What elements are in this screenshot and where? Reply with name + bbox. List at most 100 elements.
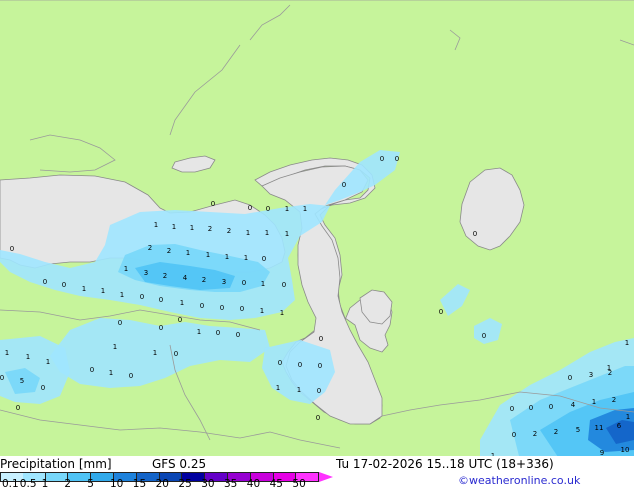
precip-value: 3 [144,269,148,277]
scale-label: 15 [132,478,147,490]
precip-value: 1 [46,358,50,366]
precip-value: 1 [225,253,229,261]
precip-value: 2 [167,247,171,255]
precip-value: 1 [26,353,30,361]
precip-value: 0 [174,350,178,358]
precip-value: 0 [240,305,244,313]
precip-value: 0 [0,374,4,382]
precip-value: 0 [380,155,384,163]
scale-label: 5 [87,478,94,490]
precip-value: 0 [529,404,533,412]
precip-value: 1 [109,369,113,377]
precip-value: 4 [571,401,576,409]
scale-arrow-icon [319,472,334,482]
scale-label: 20 [155,478,169,490]
precip-value: 1 [303,205,307,213]
precip-value: 2 [612,396,616,404]
precip-value: 1 [5,349,9,357]
scale-label: 45 [269,478,283,490]
precip-value: 0 [43,278,47,286]
precip-value: 1 [206,251,210,259]
scale-label: 1 [41,478,49,490]
precip-value: 1 [285,230,289,238]
precip-value: 10 [621,446,630,454]
precip-value: 0 [512,431,516,439]
precip-value: 0 [159,296,163,304]
scale-label: 25 [178,478,192,490]
precip-value: 0 [216,329,220,337]
precip-value: 0 [298,361,302,369]
scale-label: 30 [201,478,215,490]
precip-value: 0 [317,387,321,395]
precip-value: 0 [248,204,252,212]
precip-value: 0 [90,366,94,374]
precip-value: 0 [262,255,266,263]
precip-value: 0 [200,302,204,310]
precip-value: 3 [222,278,226,286]
precip-value: 2 [554,428,558,436]
precip-value: 1 [297,386,301,394]
precip-value: 1 [265,229,269,237]
precip-value: 1 [190,224,194,232]
precip-value: 2 [202,276,206,284]
precip-value: 1 [120,291,124,299]
precip-value: 1 [260,307,264,315]
precip-value: 0 [482,332,486,340]
scale-label: 40 [246,478,261,490]
precip-value: 2 [148,244,152,252]
precip-value: 1 [101,287,105,295]
precip-value: 1 [113,343,117,351]
precip-value: 0 [140,293,144,301]
precip-value: 1 [625,339,629,347]
precip-value: 0 [266,205,270,213]
precip-value: 2 [208,225,212,233]
scale-label: 2 [64,478,72,490]
precip-value: 11 [595,424,604,432]
precip-value: 0 [16,404,20,412]
precip-value: 0 [282,281,286,289]
precip-value: 0 [316,414,320,422]
precip-value: 1 [246,229,250,237]
precip-value: 1 [280,309,284,317]
precip-value: 0 [278,359,282,367]
precipitation-map: 0 000 0 0 1 11 1 1 2 2 1 1 10 2 2 1 1 1 1 01 3 2 4 2 3 0 1 00 0 1 1 1 0 0… [0,0,634,460]
precip-value: 1 [244,254,248,262]
precip-value: 0 [129,372,133,380]
precip-value: 0 [439,308,443,316]
precip-value: 1 [180,299,184,307]
precip-value: 0 [319,335,323,343]
scale-label: 35 [224,478,238,490]
precip-value: 0 [473,230,477,238]
precip-value: 1 [186,249,190,257]
precip-value: 0 [178,316,182,324]
precip-value: 1 [153,349,157,357]
precip-value: 0 [510,405,514,413]
precip-value: 0 [568,374,572,382]
precip-value: 5 [20,377,24,385]
precip-value: 2 [608,369,612,377]
precip-value: 0 [395,155,399,163]
precip-value: 0 [549,403,553,411]
precip-value: 0 [342,181,346,189]
scale-label: 50 [292,478,306,490]
map-title: Precipitation [mm] [0,457,112,471]
precip-value: 0 [236,331,240,339]
precip-value: 0 [41,384,45,392]
scale-label: 0.1 [2,478,19,490]
precip-value: 1 [82,285,86,293]
precip-value: 0 [62,281,66,289]
precip-value: 2 [533,430,537,438]
precip-value: 4 [183,274,188,282]
credit-text: ©weatheronline.co.uk [458,474,581,487]
precip-value: 2 [227,227,231,235]
precip-value: 1 [197,328,201,336]
precip-value: 0 [10,245,14,253]
model-name: GFS 0.25 [152,457,207,471]
precip-value: 1 [261,280,265,288]
precip-value: 1 [124,265,128,273]
precip-value: 5 [576,426,580,434]
precip-value: 1 [592,398,596,406]
precip-value: 1 [276,384,280,392]
precip-value: 0 [211,200,215,208]
precip-value: 0 [118,319,122,327]
